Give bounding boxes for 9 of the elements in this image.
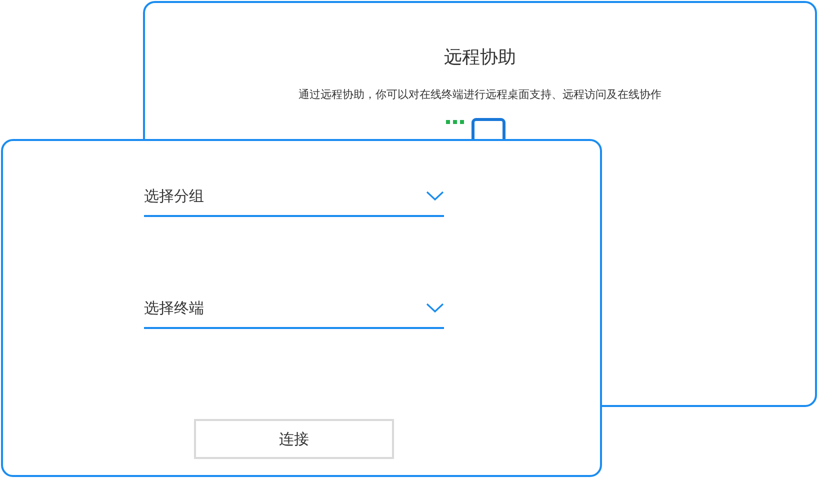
panel-title: 远程协助	[444, 46, 516, 70]
connect-button[interactable]: 连接	[194, 419, 394, 459]
chevron-down-icon	[426, 190, 444, 200]
select-field[interactable]: 选择终端	[144, 294, 444, 329]
chevron-down-icon	[426, 302, 444, 312]
select-placeholder: 选择分组	[144, 186, 204, 206]
panel-description: 通过远程协助，你可以对在线终端进行远程桌面支持、远程访问及在线协作	[298, 87, 662, 103]
select-placeholder: 选择终端	[144, 298, 204, 318]
select-field[interactable]: 选择分组	[144, 182, 444, 217]
